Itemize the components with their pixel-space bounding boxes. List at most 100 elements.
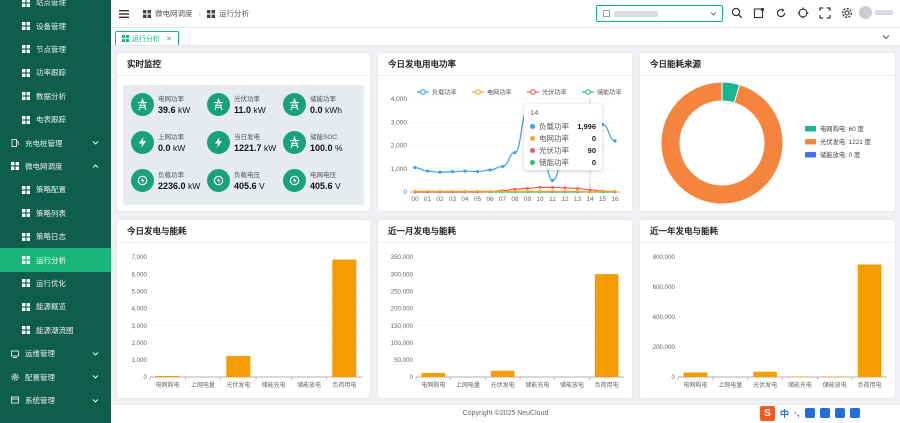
data-point[interactable] [413,165,417,170]
bar[interactable] [594,274,619,377]
data-point[interactable] [563,186,567,190]
sidebar-item[interactable]: 策略日志 [0,225,111,248]
skin-icon[interactable] [849,408,860,418]
tab-run-analysis[interactable]: 运行分析 ✕ [115,31,179,45]
data-point[interactable] [613,139,617,143]
username[interactable] [875,10,893,15]
chart-tooltip: 14 负载功率 1,996 电网功率 0 光伏功率 90 储能功率 0 [524,104,602,170]
close-icon[interactable]: ✕ [166,35,172,43]
ime-language-indicator[interactable]: 中 [780,407,789,420]
data-point[interactable] [613,189,617,193]
legend-item[interactable]: 负载功率 [417,88,457,96]
legend-item[interactable]: 光伏发电: 1221 度 [805,137,871,146]
data-point[interactable] [450,170,455,174]
legend-item[interactable]: 电网功率 [472,88,512,96]
x-tick-label: 储能放电 [297,381,321,389]
metric-value: 11.0 kW [234,105,266,115]
data-point[interactable] [476,189,479,193]
message-icon[interactable] [753,7,765,19]
data-point[interactable] [438,189,442,193]
x-tick-label: 15 [599,196,607,203]
sidebar-item[interactable]: 充电桩管理 [0,131,111,154]
bar[interactable] [857,264,882,378]
data-point[interactable] [601,189,604,193]
bar[interactable] [753,371,777,377]
ime-punct-indicator[interactable]: ·, [794,408,800,418]
data-point[interactable] [500,164,505,169]
toolbox-icon[interactable] [834,408,845,418]
breadcrumb-item[interactable]: 微电网调度 [155,8,193,19]
x-tick-label: 上网电量 [718,381,742,389]
data-point[interactable] [488,168,492,172]
y-tick-label: 200,000 [653,344,676,351]
data-point[interactable] [426,189,429,193]
chevron-down-icon[interactable] [882,33,890,41]
data-point[interactable] [475,169,480,174]
data-point[interactable] [451,189,454,193]
menu-toggle-icon[interactable] [119,9,129,19]
legend-item[interactable]: 光伏功率 [527,88,567,96]
sidebar-item[interactable]: 设备管理 [0,14,111,37]
pie-slice[interactable] [660,81,784,205]
data-point[interactable] [551,189,554,193]
sidebar-item[interactable]: 配置管理 [0,365,111,388]
sogou-logo-icon[interactable]: S [760,405,775,421]
metric-value: 2236.0 kW [158,181,200,191]
legend-dot [530,123,535,129]
sidebar-item[interactable]: 策略列表 [0,202,111,225]
legend-item[interactable]: 电网购电: 60 度 [805,124,864,133]
list-icon [22,209,30,218]
data-point[interactable] [576,189,579,193]
bar[interactable] [332,259,357,377]
mic-icon[interactable] [804,408,815,418]
avatar[interactable] [859,6,872,19]
sidebar-item[interactable]: 系统管理 [0,389,111,412]
bar[interactable] [155,375,180,377]
data-point[interactable] [538,185,542,189]
data-point[interactable] [425,169,430,173]
bar[interactable] [421,372,446,377]
data-point[interactable] [488,189,492,193]
data-point[interactable] [526,186,529,190]
data-point[interactable] [513,150,517,155]
sidebar-item-label: 系统管理 [25,395,55,405]
data-point[interactable] [501,189,504,193]
legend-item[interactable]: 储能功率 [582,88,622,96]
sidebar-item[interactable]: 运行分析 [0,248,111,272]
sidebar-item[interactable]: 节点管理 [0,38,111,61]
sidebar-item[interactable]: 数据分析 [0,85,111,108]
data-point[interactable] [588,190,592,194]
fullscreen-icon[interactable] [819,7,831,19]
data-point[interactable] [438,170,442,174]
sidebar-item[interactable]: 策略配置 [0,178,111,201]
data-point[interactable] [551,185,554,189]
data-point[interactable] [550,178,555,182]
sidebar-item[interactable]: 能源潮流图 [0,319,111,342]
data-point[interactable] [513,189,517,193]
metric-unit: kW [253,105,266,115]
station-select[interactable] [596,5,723,22]
data-point[interactable] [538,189,542,193]
data-point[interactable] [463,169,467,173]
data-point[interactable] [576,187,579,190]
refresh-icon[interactable] [775,7,787,19]
gear-icon[interactable] [841,7,853,19]
sidebar-item[interactable]: 运行优化 [0,272,111,295]
sidebar-item[interactable]: 运维管理 [0,342,111,365]
legend-item[interactable]: 储能放电: 0 度 [805,150,861,159]
data-point[interactable] [563,189,567,193]
sidebar-item[interactable]: 能源概览 [0,295,111,318]
sidebar-item[interactable]: 功率跟踪 [0,61,111,84]
data-point[interactable] [526,189,529,193]
bar[interactable] [683,372,708,378]
sidebar-item[interactable]: 站点管理 [0,0,111,14]
bar[interactable] [226,356,251,377]
target-icon[interactable] [797,7,809,19]
sidebar-item[interactable]: 电表跟踪 [0,108,111,131]
data-point[interactable] [463,189,467,193]
keyboard-icon[interactable] [819,408,830,418]
search-icon[interactable] [731,7,743,19]
bar[interactable] [490,370,515,377]
sidebar-item[interactable]: 微电网调度 [0,155,111,178]
data-point[interactable] [413,189,417,193]
